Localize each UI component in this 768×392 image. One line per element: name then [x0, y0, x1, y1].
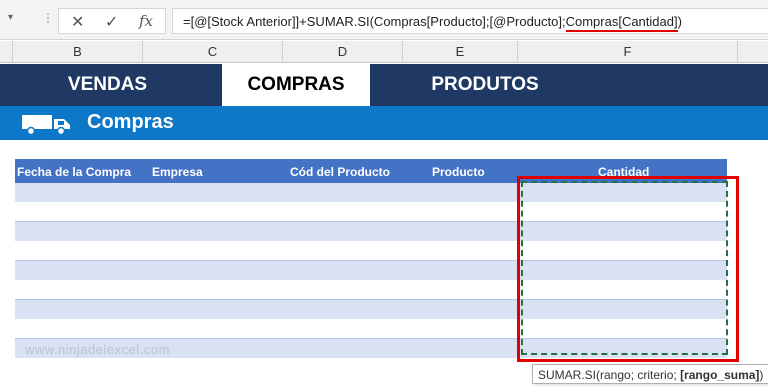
column-header-a[interactable] — [0, 41, 12, 63]
cancel-icon[interactable]: ✕ — [71, 12, 84, 32]
section-title: Compras — [87, 111, 174, 133]
column-header-b[interactable]: B — [12, 41, 142, 63]
column-header-d[interactable]: D — [282, 41, 402, 63]
insert-function-icon[interactable]: fx — [139, 12, 153, 30]
tab-compras[interactable]: COMPRAS — [222, 64, 370, 106]
column-header-e[interactable]: E — [402, 41, 517, 63]
more-options-icon[interactable]: ⋮ — [42, 11, 54, 25]
tab-vendas[interactable]: VENDAS — [20, 64, 195, 106]
formula-text: =[@[Stock Anterior]]+SUMAR.SI(Compras[Pr… — [183, 14, 566, 29]
formula-closing: ) — [677, 14, 682, 29]
column-headers: B C D E F — [0, 41, 768, 63]
formula-input[interactable]: =[@[Stock Anterior]]+SUMAR.SI(Compras[Pr… — [172, 8, 768, 34]
header-producto[interactable]: Producto — [432, 165, 485, 179]
section-header: Compras — [0, 106, 768, 140]
name-box-dropdown-icon[interactable]: ▾ — [8, 12, 13, 23]
header-cod-producto[interactable]: Cód del Producto — [290, 165, 390, 179]
highlight-box — [517, 176, 739, 362]
tab-produtos[interactable]: PRODUTOS — [400, 64, 570, 106]
tooltip-function[interactable]: SUMAR.SI( — [538, 368, 600, 382]
enter-icon[interactable]: ✓ — [105, 12, 118, 32]
formula-bar: ▾ ⋮ ✕ ✓ fx =[@[Stock Anterior]]+SUMAR.SI… — [0, 0, 768, 40]
header-fecha[interactable]: Fecha de la Compra — [17, 165, 131, 179]
function-tooltip: SUMAR.SI(rango; criterio; [rango_suma]) — [532, 364, 768, 384]
watermark: www.ninjadelexcel.com — [25, 342, 170, 357]
column-header-g[interactable] — [737, 41, 768, 63]
column-header-f[interactable]: F — [517, 41, 737, 63]
nav-bar: VENDAS COMPRAS PRODUTOS — [0, 64, 768, 106]
formula-buttons: ✕ ✓ fx — [58, 8, 166, 34]
column-header-c[interactable]: C — [142, 41, 282, 63]
formula-highlighted-reference: Compras[Cantidad] — [565, 14, 678, 29]
header-empresa[interactable]: Empresa — [152, 165, 203, 179]
tooltip-current-arg: [rango_suma] — [680, 368, 760, 382]
truck-icon — [22, 115, 70, 135]
tooltip-args: rango; criterio; — [600, 368, 681, 382]
tooltip-close: ) — [759, 368, 764, 382]
